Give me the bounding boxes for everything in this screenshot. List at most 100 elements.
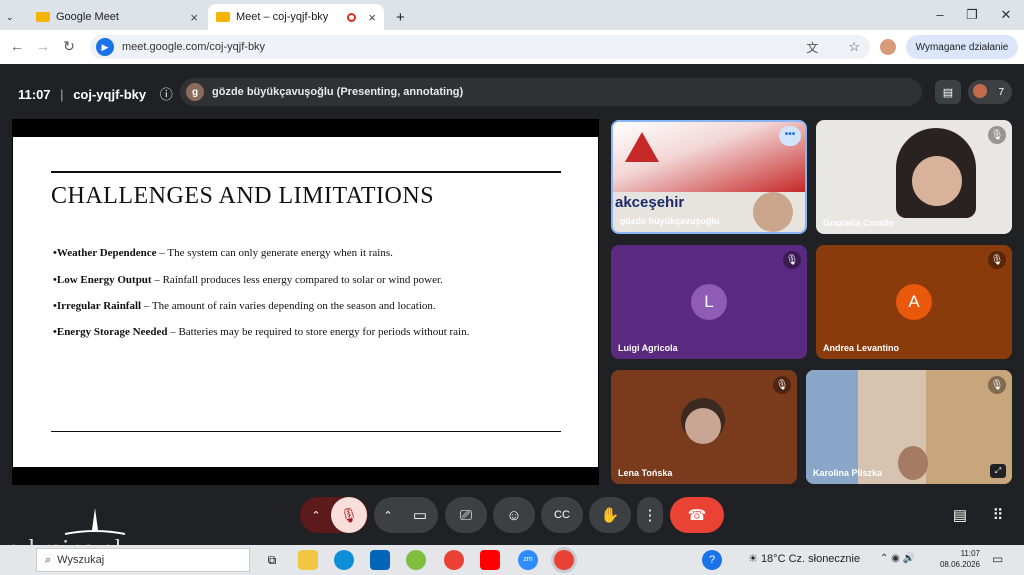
participant-tile[interactable]: 🎙 Lena Tońska [611,370,797,484]
meeting-info: 11:07 | coj-yqjf-bky ⓘ [18,87,173,102]
window-background [806,370,858,484]
notifications-icon[interactable]: ▭ [992,552,1003,566]
profile-avatar[interactable] [880,39,896,55]
participant-face [753,192,793,232]
bookmark-star-icon[interactable]: ☆ [848,39,860,55]
reload-icon[interactable]: ↻ [60,38,78,55]
youtube-icon[interactable] [480,550,500,570]
screen: ⌄ Google Meet × Meet – coj-yqjf-bky × + … [0,0,1024,575]
present-screen-button[interactable]: ⎚ [445,497,487,533]
people-icon [973,84,987,98]
more-options-button[interactable]: ⋮ [637,497,663,533]
participant-tile[interactable]: 🎙 Graziella Corallo [816,120,1012,234]
participant-tile[interactable]: akceşehir ••• gözde büyükçavuşoğlu [611,120,807,234]
presenter-banner[interactable]: g gözde büyükçavuşoğlu (Presenting, anno… [180,78,922,106]
weather-text: 18°C Cz. słonecznie [760,553,861,565]
raise-hand-button[interactable]: ✋ [589,497,631,533]
taskbar-clock[interactable]: 11:07 08.06.2026 [940,548,980,570]
clock-date: 08.06.2026 [939,560,980,569]
slide: CHALLENGES AND LIMITATIONS •Weather Depe… [13,137,598,467]
mic-off-icon: 🎙 [988,126,1006,144]
participants-button[interactable]: 7 [968,80,1012,104]
participant-avatar: L [691,284,727,320]
participant-face [912,156,962,206]
participant-name: Karolina Pliszka [813,468,883,478]
participant-tile[interactable]: A 🎙 Andrea Levantino [816,245,1012,359]
tab-google-meet[interactable]: Google Meet × [28,4,206,30]
layout-icon[interactable]: ▤ [935,80,961,104]
action-required-button[interactable]: Wymagane działanie [906,35,1018,59]
camera-options-chevron-icon[interactable]: ⌃ [374,509,402,522]
slide-bullet: •Low Energy Output – Rainfall produces l… [53,274,443,286]
participant-name: Andrea Levantino [823,343,900,353]
outlook-icon[interactable] [370,550,390,570]
tab-label: Google Meet [56,11,119,23]
meet-favicon-icon [36,12,50,22]
participant-name: Luigi Agricola [618,343,678,353]
weather-icon: ☀ [748,553,758,565]
participant-tile[interactable]: L 🎙 Luigi Agricola [611,245,807,359]
tab-meet-active[interactable]: Meet – coj-yqjf-bky × [208,4,384,30]
participant-name: Graziella Corallo [823,218,895,228]
meeting-code: coj-yqjf-bky [73,87,147,102]
search-placeholder: Wyszukaj [57,554,105,566]
tray-icons[interactable]: ⌃ ◉ 🔊 [880,553,915,564]
chat-icon[interactable]: ▤ [944,497,976,533]
participant-tile[interactable]: 🎙 ⤢ Karolina Pliszka [806,370,1012,484]
presenter-avatar: g [186,83,204,101]
edge-icon[interactable] [334,550,354,570]
taskbar-search[interactable]: ⌕ Wyszukaj [36,548,250,572]
presenter-status: gözde büyükçavuşoğlu (Presenting, annota… [212,86,464,98]
search-icon: ⌕ [45,553,52,566]
close-icon[interactable]: × [368,10,376,25]
chrome-active-icon[interactable] [554,550,574,570]
browser-tab-strip: ⌄ Google Meet × Meet – coj-yqjf-bky × + … [0,0,1024,30]
meet-header: 11:07 | coj-yqjf-bky ⓘ g gözde büyükçavu… [0,64,1024,118]
participant-avatar: A [896,284,932,320]
slide-top-rule [51,171,561,173]
meeting-time: 11:07 [18,87,51,102]
pin-icon[interactable]: ⤢ [990,464,1006,478]
activities-icon[interactable]: ⠿ [982,497,1014,533]
meet-favicon-icon [216,12,230,22]
leave-call-button[interactable]: ☎ [670,497,724,533]
task-view-icon[interactable]: ⧉ [262,550,282,570]
captions-button[interactable]: CC [541,497,583,533]
window-close-icon[interactable]: ✕ [992,4,1020,26]
restore-icon[interactable]: ❐ [958,4,986,26]
close-icon[interactable]: × [190,10,198,25]
address-bar[interactable]: ▶ meet.google.com/coj-yqjf-bky 文 ☆ [90,35,870,59]
mic-control-group: ⌃ 🎙 [300,497,368,533]
zoom-icon[interactable]: zm [518,550,538,570]
participant-name: Lena Tońska [618,468,673,478]
chrome-icon[interactable] [444,550,464,570]
tab-label: Meet – coj-yqjf-bky [236,11,329,23]
site-info-icon[interactable]: ▶ [96,38,114,56]
camera-button[interactable]: ▭ [402,506,438,524]
participant-count: 7 [998,86,1004,98]
clock-time: 11:07 [960,549,980,558]
presentation-area: CHALLENGES AND LIMITATIONS •Weather Depe… [12,119,599,485]
more-options-icon[interactable]: ••• [779,126,801,146]
participant-face [685,408,721,444]
new-tab-button[interactable]: + [388,4,408,30]
mic-options-chevron-icon[interactable]: ⌃ [301,509,331,522]
mic-off-button[interactable]: 🎙 [331,497,367,533]
minimize-icon[interactable]: – [926,4,954,26]
camera-control-group: ⌃ ▭ [374,497,438,533]
participant-face [898,446,928,480]
back-icon[interactable]: ← [8,38,26,54]
reactions-button[interactable]: ☺ [493,497,535,533]
forward-icon[interactable]: → [34,38,52,54]
help-icon[interactable]: ? [702,550,722,570]
weather-widget[interactable]: ☀ 18°C Cz. słonecznie [748,552,860,565]
tab-search-button[interactable]: ⌄ [6,4,24,30]
file-explorer-icon[interactable] [298,550,318,570]
translate-icon[interactable]: 文 [806,39,818,56]
info-icon[interactable]: ⓘ [160,87,173,102]
app-icon[interactable] [406,550,426,570]
slide-bullet: •Energy Storage Needed – Batteries may b… [53,326,470,338]
participant-name: gözde büyükçavuşoğlu [620,216,720,226]
url-text: meet.google.com/coj-yqjf-bky [122,41,266,53]
mic-off-icon: 🎙 [783,251,801,269]
